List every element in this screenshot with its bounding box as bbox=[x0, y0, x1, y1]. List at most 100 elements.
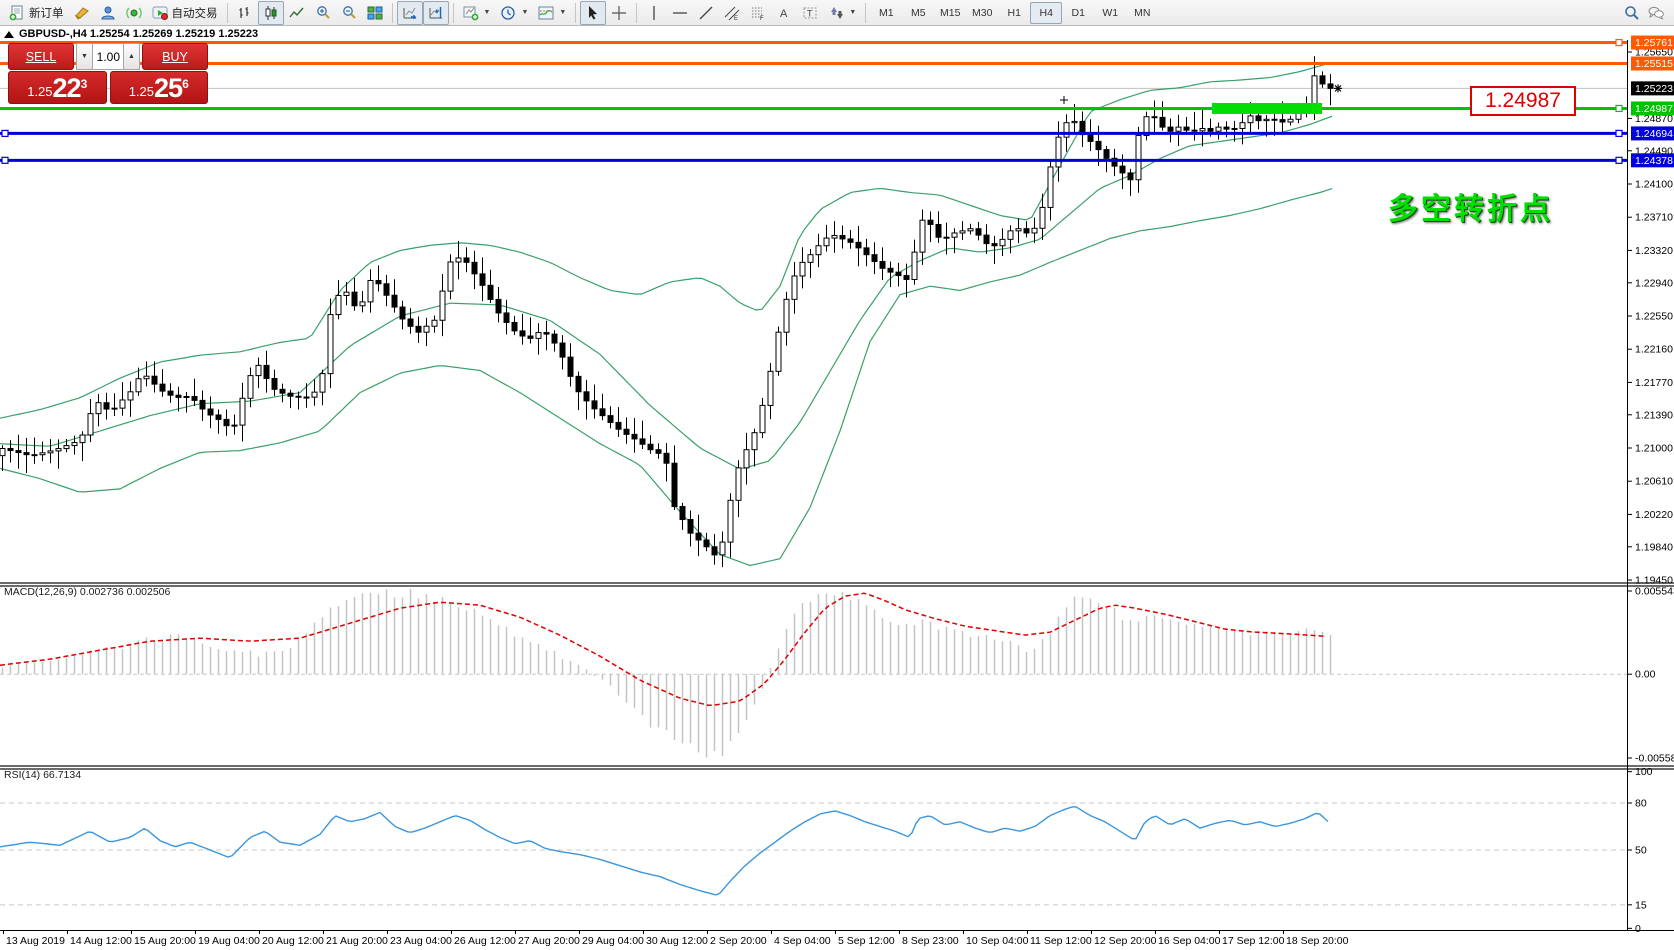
price-tick-label: 1.20220 bbox=[1635, 509, 1673, 521]
new-order-button[interactable]: 新订单 bbox=[4, 1, 69, 25]
line-chart-icon bbox=[289, 5, 305, 21]
price-tick-label: 1.21000 bbox=[1635, 443, 1673, 455]
macd-tick-label: 0.005543 bbox=[1635, 586, 1674, 598]
time-axis-label: 20 Aug 12:00 bbox=[262, 935, 324, 947]
volume-decrease-button[interactable]: ▼ bbox=[76, 43, 93, 70]
cursor-icon bbox=[585, 5, 601, 21]
new-chart-button[interactable]: ▼ bbox=[458, 1, 496, 25]
timeframe-bar: M1M5M15M30H1H4D1W1MN bbox=[870, 2, 1158, 24]
label-tool-button[interactable]: T bbox=[797, 1, 823, 25]
zoom-in-button[interactable] bbox=[310, 1, 336, 25]
tab-timeframe-H4[interactable]: H4 bbox=[1030, 2, 1062, 24]
chart-shift-button[interactable] bbox=[423, 1, 449, 25]
ask-quote[interactable]: 1.25 25 6 bbox=[110, 71, 209, 104]
price-tick-label: 1.23320 bbox=[1635, 245, 1673, 257]
svg-text:T: T bbox=[807, 8, 813, 18]
tab-timeframe-W1[interactable]: W1 bbox=[1094, 2, 1126, 24]
bar-chart-mode-button[interactable] bbox=[232, 1, 258, 25]
tile-windows-button[interactable] bbox=[362, 1, 388, 25]
macd-indicator-label: MACD(12,26,9) 0.002736 0.002506 bbox=[4, 586, 170, 598]
toolbar-separator bbox=[636, 3, 637, 23]
zoom-out-button[interactable] bbox=[336, 1, 362, 25]
chevron-down-icon: ▼ bbox=[559, 9, 566, 16]
time-axis-label: 21 Aug 20:00 bbox=[326, 935, 388, 947]
ask-pip-digit: 6 bbox=[182, 77, 189, 91]
toolbar-separator bbox=[227, 3, 228, 23]
tab-timeframe-M15[interactable]: M15 bbox=[934, 2, 966, 24]
tab-timeframe-MN[interactable]: MN bbox=[1126, 2, 1158, 24]
price-callout-box[interactable]: 1.24987 bbox=[1470, 86, 1576, 116]
line-chart-mode-button[interactable] bbox=[284, 1, 310, 25]
rsi-tick-label: 50 bbox=[1635, 845, 1647, 857]
vertical-line-icon bbox=[646, 5, 662, 21]
new-chart-icon bbox=[463, 5, 479, 21]
price-line-label: 1.24378 bbox=[1635, 155, 1673, 167]
tab-timeframe-M5[interactable]: M5 bbox=[902, 2, 934, 24]
main-toolbar: 新订单 自动交易 ▼ ▼ bbox=[0, 0, 1674, 26]
time-axis-label: 17 Sep 12:00 bbox=[1222, 935, 1285, 947]
tab-timeframe-M30[interactable]: M30 bbox=[966, 2, 998, 24]
channel-tool-button[interactable]: E bbox=[719, 1, 745, 25]
macd-tick-label: 0.00 bbox=[1635, 669, 1656, 681]
price-line-label: 1.25515 bbox=[1635, 58, 1673, 70]
toolbar-separator bbox=[865, 3, 866, 23]
time-axis-label: 2 Sep 20:00 bbox=[710, 935, 767, 947]
chat-icon[interactable] bbox=[1648, 5, 1664, 21]
equidistant-channel-icon: E bbox=[724, 5, 740, 21]
rsi-tick-label: 100 bbox=[1635, 766, 1653, 778]
new-order-icon bbox=[9, 5, 25, 21]
bid-small-digits: 1.25 bbox=[27, 84, 52, 99]
cursor-tool-button[interactable] bbox=[580, 1, 606, 25]
text-a-icon: A bbox=[776, 5, 792, 21]
indicators-button[interactable]: ▼ bbox=[533, 1, 571, 25]
styles-button[interactable] bbox=[69, 1, 95, 25]
collapse-triangle-icon[interactable] bbox=[4, 31, 14, 38]
autotrade-icon bbox=[152, 5, 168, 21]
sell-button[interactable]: SELL bbox=[8, 43, 74, 70]
time-axis-label: 18 Sep 20:00 bbox=[1286, 935, 1349, 947]
candle-chart-mode-button[interactable] bbox=[258, 1, 284, 25]
trendline-tool-button[interactable] bbox=[693, 1, 719, 25]
time-axis-label: 19 Aug 04:00 bbox=[198, 935, 260, 947]
volume-field[interactable]: 1.00 bbox=[93, 43, 123, 70]
price-line-label: 1.25223 bbox=[1635, 83, 1673, 95]
rsi-tick-label: 15 bbox=[1635, 899, 1647, 911]
chart-window: 1.256501.248701.244901.241001.237101.233… bbox=[0, 26, 1674, 950]
person-icon bbox=[100, 5, 116, 21]
bid-quote[interactable]: 1.25 22 3 bbox=[8, 71, 107, 104]
search-icon[interactable] bbox=[1624, 5, 1640, 21]
buy-button[interactable]: BUY bbox=[142, 43, 208, 70]
ask-small-digits: 1.25 bbox=[129, 84, 154, 99]
crosshair-tool-button[interactable] bbox=[606, 1, 632, 25]
tab-timeframe-M1[interactable]: M1 bbox=[870, 2, 902, 24]
autotrade-button[interactable]: 自动交易 bbox=[147, 1, 223, 25]
price-tick-label: 1.22160 bbox=[1635, 344, 1673, 356]
text-tool-button[interactable]: A bbox=[771, 1, 797, 25]
toolbar-separator bbox=[575, 3, 576, 23]
macd-tick-label: -0.005583 bbox=[1635, 753, 1674, 765]
period-button[interactable]: ▼ bbox=[495, 1, 533, 25]
community-button[interactable] bbox=[95, 1, 121, 25]
time-axis-label: 26 Aug 12:00 bbox=[454, 935, 516, 947]
new-order-label: 新订单 bbox=[29, 5, 64, 21]
broadcast-button[interactable] bbox=[121, 1, 147, 25]
price-tick-label: 1.22940 bbox=[1635, 277, 1673, 289]
time-axis-label: 10 Sep 04:00 bbox=[966, 935, 1029, 947]
price-chart-canvas[interactable]: 1.256501.248701.244901.241001.237101.233… bbox=[0, 26, 1674, 950]
vline-tool-button[interactable] bbox=[641, 1, 667, 25]
time-axis-label: 13 Aug 2019 bbox=[6, 935, 65, 947]
fibonacci-tool-button[interactable]: F bbox=[745, 1, 771, 25]
tab-timeframe-D1[interactable]: D1 bbox=[1062, 2, 1094, 24]
chevron-down-icon: ▼ bbox=[484, 9, 491, 16]
auto-scroll-button[interactable] bbox=[397, 1, 423, 25]
volume-increase-button[interactable]: ▲ bbox=[123, 43, 140, 70]
price-tick-label: 1.24100 bbox=[1635, 179, 1673, 191]
chart-shift-icon bbox=[428, 5, 444, 21]
time-axis-label: 12 Sep 20:00 bbox=[1094, 935, 1157, 947]
rsi-tick-label: 80 bbox=[1635, 798, 1647, 810]
time-axis-label: 27 Aug 20:00 bbox=[518, 935, 580, 947]
hline-tool-button[interactable] bbox=[667, 1, 693, 25]
shapes-tool-button[interactable]: ▼ bbox=[823, 1, 861, 25]
tab-timeframe-H1[interactable]: H1 bbox=[998, 2, 1030, 24]
zoom-out-icon bbox=[341, 5, 357, 21]
